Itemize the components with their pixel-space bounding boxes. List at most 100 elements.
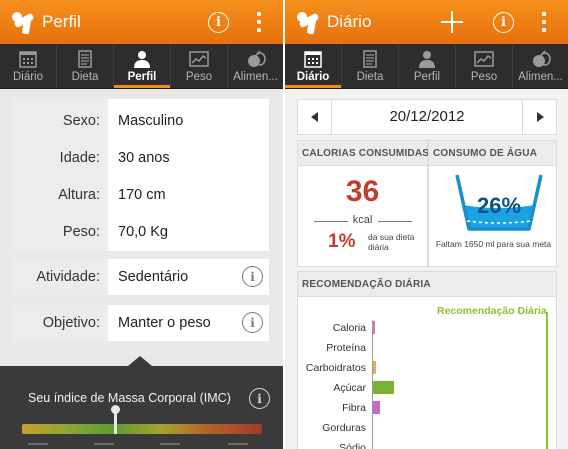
goal-info-icon[interactable]: i xyxy=(242,312,263,333)
tab-dieta[interactable]: Dieta xyxy=(342,44,399,88)
height-row[interactable]: Altura: 170 cm xyxy=(12,177,269,214)
age-value: 30 anos xyxy=(118,150,170,166)
food-icon xyxy=(532,50,551,67)
sex-value: Masculino xyxy=(118,113,184,129)
calories-panel[interactable]: CALORIAS CONSUMIDAS 36 kcal 1% da sua di… xyxy=(297,140,429,267)
bmi-panel: Seu índice de Massa Corporal (IMC) i xyxy=(0,356,283,449)
goal-value: Manter o peso xyxy=(118,315,211,331)
tab-label: Perfil xyxy=(413,71,441,83)
previous-day-button[interactable] xyxy=(298,100,332,134)
water-caption: Faltam 1650 ml para sua meta xyxy=(435,239,552,249)
recommendation-label: Gorduras xyxy=(322,422,366,434)
weight-row[interactable]: Peso: 70,0 Kg xyxy=(12,214,269,251)
calories-header: CALORIAS CONSUMIDAS xyxy=(298,141,429,166)
info-icon[interactable]: i xyxy=(493,11,514,33)
bmi-tick xyxy=(28,443,48,445)
activity-field[interactable]: Atividade: Sedentário i xyxy=(12,259,269,295)
notepad-icon xyxy=(363,50,377,68)
perfil-screen: Perfil i Diário Dieta Perfil Peso Alimen… xyxy=(0,0,283,449)
bmi-title: Seu índice de Massa Corporal (IMC) xyxy=(28,391,231,405)
current-date[interactable]: 20/12/2012 xyxy=(332,100,522,134)
info-icon[interactable]: i xyxy=(208,11,229,33)
add-icon[interactable] xyxy=(441,11,463,33)
chart-icon xyxy=(474,51,494,67)
bmi-notch xyxy=(128,356,152,366)
tab-peso[interactable]: Peso xyxy=(456,44,513,88)
weight-value: 70,0 Kg xyxy=(118,224,168,240)
chart-icon xyxy=(189,51,209,67)
recommendation-label: Caloria xyxy=(332,322,366,334)
diario-screen: Diário i Diário Dieta Perfil Peso Alimen… xyxy=(285,0,568,449)
recommendation-panel[interactable]: RECOMENDAÇÃO DIÁRIA Recomendação Diária … xyxy=(297,271,557,449)
tab-alimentos[interactable]: Alimen... xyxy=(228,44,283,88)
water-panel[interactable]: CONSUMO DE ÁGUA 26% Faltam 1650 ml para … xyxy=(428,140,557,267)
bmi-tick xyxy=(94,443,114,445)
tab-label: Alimen... xyxy=(233,71,278,83)
recommendation-label: Fibra xyxy=(342,402,366,414)
bmi-scale xyxy=(22,424,262,434)
tab-label: Diário xyxy=(12,71,44,83)
tab-diario[interactable]: Diário xyxy=(0,44,57,88)
height-label: Altura: xyxy=(58,187,100,203)
calories-caption: da sua dieta diária xyxy=(368,232,415,252)
goal-label: Objetivo: xyxy=(42,315,100,331)
goal-field[interactable]: Objetivo: Manter o peso i xyxy=(12,305,269,341)
app-logo-icon[interactable] xyxy=(10,9,36,35)
recommendation-header: RECOMENDAÇÃO DIÁRIA xyxy=(298,272,556,297)
tab-bar: Diário Dieta Perfil Peso Alimen... xyxy=(285,44,568,89)
recommendation-bar xyxy=(373,381,394,394)
overflow-menu-icon[interactable] xyxy=(534,10,554,34)
tab-dieta[interactable]: Dieta xyxy=(57,44,114,88)
date-navigator: 20/12/2012 xyxy=(297,99,557,135)
tab-perfil[interactable]: Perfil xyxy=(114,44,171,88)
person-icon xyxy=(134,51,150,68)
tab-label: Peso xyxy=(185,71,213,83)
bmi-info-icon[interactable]: i xyxy=(249,388,270,409)
profile-card[interactable]: Sexo: Masculino Idade: 30 anos Altura: 1… xyxy=(12,99,269,251)
recommendation-label: Açúcar xyxy=(333,382,366,394)
age-row[interactable]: Idade: 30 anos xyxy=(12,140,269,177)
tab-diario[interactable]: Diário xyxy=(285,44,342,88)
bmi-marker-knob xyxy=(111,405,121,414)
calendar-icon xyxy=(304,51,322,68)
calories-unit: kcal xyxy=(352,214,373,226)
recommendation-bar xyxy=(373,321,375,334)
tab-label: Dieta xyxy=(356,71,384,83)
sex-row[interactable]: Sexo: Masculino xyxy=(12,103,269,140)
action-bar: Diário i xyxy=(285,0,568,44)
recommendation-label: Sódio xyxy=(339,442,366,449)
tab-perfil[interactable]: Perfil xyxy=(399,44,456,88)
calendar-icon xyxy=(19,51,37,68)
tab-label: Diário xyxy=(296,71,330,83)
screen-title: Diário xyxy=(327,12,372,31)
tab-alimentos[interactable]: Alimen... xyxy=(513,44,568,88)
sex-label: Sexo: xyxy=(62,113,100,129)
next-day-button[interactable] xyxy=(522,100,556,134)
bmi-tick xyxy=(228,443,248,445)
height-value: 170 cm xyxy=(118,187,166,203)
food-icon xyxy=(247,50,266,67)
water-percent: 26% xyxy=(476,193,522,218)
recommendation-legend: Recomendação Diária xyxy=(437,305,547,317)
calories-value: 36 xyxy=(345,175,380,208)
app-logo-icon[interactable] xyxy=(295,9,321,35)
recommendation-bar xyxy=(373,361,377,374)
tab-label: Perfil xyxy=(127,71,157,83)
tab-peso[interactable]: Peso xyxy=(171,44,228,88)
recommendation-label: Proteína xyxy=(326,342,366,354)
weight-label: Peso: xyxy=(62,224,100,240)
action-bar: Perfil i xyxy=(0,0,283,44)
recommendation-label: Carboidratos xyxy=(305,362,366,374)
activity-info-icon[interactable]: i xyxy=(242,266,263,287)
overflow-menu-icon[interactable] xyxy=(249,10,269,34)
recommendation-guide-line xyxy=(546,312,548,449)
bmi-ticks xyxy=(22,440,262,449)
age-label: Idade: xyxy=(59,150,100,166)
activity-value: Sedentário xyxy=(118,269,189,285)
activity-label: Atividade: xyxy=(36,269,100,285)
bmi-tick xyxy=(160,443,180,445)
person-icon xyxy=(419,51,435,68)
screen-title: Perfil xyxy=(42,12,81,31)
tab-label: Dieta xyxy=(71,71,99,83)
water-header: CONSUMO DE ÁGUA xyxy=(429,141,556,166)
